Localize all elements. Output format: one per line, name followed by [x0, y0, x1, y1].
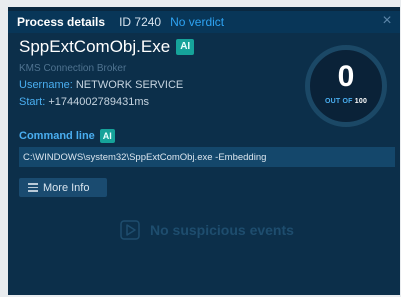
verdict-status: No verdict: [170, 15, 225, 29]
process-name-row: SppExtComObj.Exe AI: [19, 37, 195, 57]
command-line-title-row: Command line AI: [19, 129, 115, 143]
empty-events-text: No suspicious events: [150, 222, 294, 238]
process-id: ID 7240: [119, 15, 162, 29]
score-label: OUT OF 100: [310, 98, 382, 105]
header-title: Process details: [17, 15, 106, 29]
empty-events-state: No suspicious events: [120, 220, 294, 240]
more-info-button[interactable]: More Info: [19, 178, 107, 197]
command-line-title: Command line: [19, 130, 95, 142]
username-row: Username: NETWORK SERVICE: [19, 79, 183, 91]
close-icon[interactable]: ×: [380, 13, 394, 29]
ai-badge[interactable]: AI: [176, 39, 195, 55]
score-label-max: 100: [354, 98, 368, 105]
process-details-panel: Process details ID 7240 No verdict × Spp…: [8, 7, 400, 295]
command-line-ai-badge[interactable]: AI: [99, 129, 115, 143]
start-row: Start: +1744002789431ms: [19, 96, 149, 108]
more-info-label: More Info: [43, 181, 90, 194]
username-label: Username:: [19, 79, 73, 91]
start-value: +1744002789431ms: [48, 96, 149, 108]
start-label: Start:: [19, 96, 46, 108]
menu-lines-icon: [28, 183, 38, 192]
play-outline-icon: [120, 220, 140, 240]
score-value: 0: [337, 60, 355, 93]
username-value: NETWORK SERVICE: [75, 79, 184, 91]
process-name: SppExtComObj.Exe: [19, 37, 171, 56]
process-description: KMS Connection Broker: [19, 63, 127, 74]
command-line-value: C:\WINDOWS\system32\SppExtComObj.exe -Em…: [19, 147, 395, 167]
panel-header: Process details ID 7240 No verdict ×: [8, 11, 400, 33]
score-gauge: 0 OUT OF 100: [305, 45, 387, 127]
score-label-prefix: OUT OF: [324, 98, 353, 105]
